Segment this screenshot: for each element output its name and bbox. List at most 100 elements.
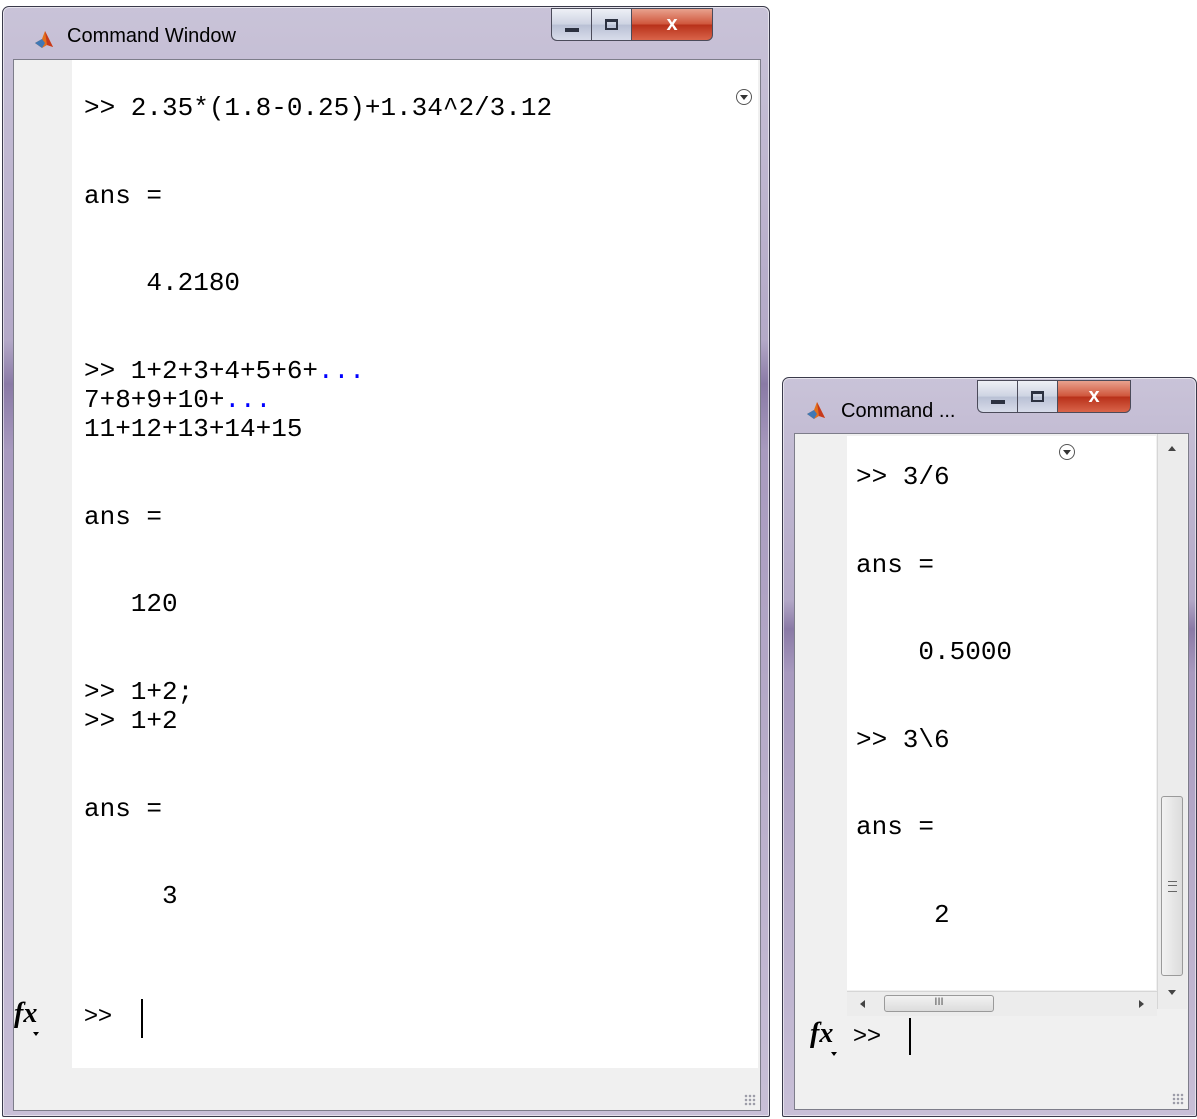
chevron-down-icon xyxy=(1063,449,1071,455)
output-line: >> 1+2; xyxy=(84,676,552,707)
left-gutter xyxy=(14,60,72,1063)
close-icon: x xyxy=(666,13,678,35)
output-line: 11+12+13+14+15 xyxy=(84,415,552,444)
command-window-client: >> 3/6 ans = 0.5000 >> 3\6 ans = 2 fx >> II… xyxy=(794,433,1189,1110)
blank-line xyxy=(856,784,1012,813)
continuation-ellipsis: ... xyxy=(318,355,365,386)
output-line: >> 3/6 xyxy=(856,463,1012,492)
blank-line xyxy=(84,444,552,473)
scroll-left-arrow-icon[interactable] xyxy=(860,1000,865,1008)
output-line: 7+8+9+10+... xyxy=(84,384,552,415)
line-text: ans = xyxy=(856,549,935,580)
output-line: ans = xyxy=(84,793,552,824)
window-title: Command Window xyxy=(67,25,236,47)
scroll-up-arrow-icon[interactable] xyxy=(1168,446,1176,451)
resize-grip-icon[interactable] xyxy=(744,1094,756,1106)
minimize-button[interactable] xyxy=(551,8,591,41)
blank-line xyxy=(856,697,1012,726)
blank-line xyxy=(84,619,552,648)
blank-line xyxy=(84,123,552,152)
line-text: ans = xyxy=(856,812,935,843)
output-line: 2 xyxy=(856,899,1012,930)
blank-line xyxy=(84,561,552,590)
close-button[interactable]: x xyxy=(1057,380,1131,413)
matlab-logo-icon xyxy=(35,31,53,48)
window-title: Command ... xyxy=(841,400,956,422)
blank-line xyxy=(84,298,552,327)
output-line: >> 3\6 xyxy=(856,725,1012,755)
chevron-down-icon xyxy=(740,94,748,100)
blank-line xyxy=(84,824,552,853)
output-line: ans = xyxy=(84,180,552,211)
blank-line xyxy=(84,152,552,181)
line-text: >> 1+2+3+4+5+6+ xyxy=(84,355,319,386)
minimize-icon xyxy=(990,399,1005,404)
blank-line xyxy=(84,853,552,882)
left-gutter xyxy=(795,434,847,991)
text-caret xyxy=(909,1018,911,1055)
command-output-area[interactable]: >> 3/6 ans = 0.5000 >> 3\6 ans = 2 xyxy=(847,436,1156,990)
blank-line xyxy=(84,240,552,269)
blank-line xyxy=(856,667,1012,696)
blank-line xyxy=(856,755,1012,784)
title-bar[interactable]: Command ... x xyxy=(783,378,1196,433)
command-prompt: >> xyxy=(84,1002,113,1029)
line-text: 4.2180 xyxy=(84,268,241,299)
line-text: 0.5000 xyxy=(856,637,1013,668)
minimize-button[interactable] xyxy=(977,380,1017,413)
horizontal-scroll-thumb[interactable]: III xyxy=(884,995,994,1012)
line-text: 2 xyxy=(856,899,950,930)
vertical-scrollbar[interactable] xyxy=(1157,434,1187,1009)
close-icon: x xyxy=(1088,385,1100,407)
continuation-ellipsis: ... xyxy=(224,384,272,415)
blank-line xyxy=(856,492,1012,521)
window-controls: x xyxy=(977,380,1131,415)
command-window-right: Command ... x >> 3/6 ans = 0.5000 >> 3\6 an… xyxy=(782,377,1197,1117)
output-line: >> 2.35*(1.8-0.25)+1.34^2/3.12 xyxy=(84,94,552,123)
blank-line xyxy=(84,649,552,678)
blank-line xyxy=(84,532,552,561)
window-options-button[interactable] xyxy=(1059,444,1075,460)
line-text: >> 1+2; xyxy=(84,676,194,707)
scroll-down-arrow-icon[interactable] xyxy=(1168,990,1176,995)
close-button[interactable]: x xyxy=(631,8,713,41)
line-text: ans = xyxy=(84,180,163,211)
blank-line xyxy=(856,521,1012,550)
line-text: >> 1+2 xyxy=(84,705,178,736)
fx-dropdown-arrow-icon xyxy=(831,1052,837,1056)
maximize-button[interactable] xyxy=(1017,380,1057,413)
vertical-scroll-thumb[interactable] xyxy=(1161,796,1183,976)
maximize-icon xyxy=(1031,391,1044,402)
output-line: 120 xyxy=(84,590,552,619)
window-controls: x xyxy=(551,8,713,43)
resize-grip-icon[interactable] xyxy=(1172,1093,1184,1105)
horizontal-scrollbar[interactable]: III xyxy=(847,991,1157,1016)
line-text: >> 2.35*(1.8-0.25)+1.34^2/3.12 xyxy=(84,93,553,123)
output-line: ans = xyxy=(84,501,552,532)
blank-line xyxy=(856,872,1012,901)
command-prompt: >> xyxy=(853,1022,882,1049)
function-browser-fx-icon[interactable]: fx xyxy=(14,998,37,1030)
maximize-button[interactable] xyxy=(591,8,631,41)
line-text: 11+12+13+14+15 xyxy=(84,414,303,445)
output-lines: >> 2.35*(1.8-0.25)+1.34^2/3.12 ans = 4.21… xyxy=(84,94,552,911)
blank-line xyxy=(84,211,552,240)
title-bar[interactable]: Command Window x xyxy=(3,7,769,59)
blank-line xyxy=(856,580,1012,609)
function-browser-fx-icon[interactable]: fx xyxy=(810,1018,833,1050)
output-line: >> 1+2+3+4+5+6+... xyxy=(84,355,552,386)
window-options-button[interactable] xyxy=(736,89,752,105)
line-text: 120 xyxy=(84,589,178,620)
blank-line xyxy=(84,473,552,502)
command-window-client: >> 2.35*(1.8-0.25)+1.34^2/3.12 ans = 4.21… xyxy=(13,59,761,1111)
blank-line xyxy=(856,842,1012,871)
command-window-left: Command Window x >> 2.35*(1.8-0.25)+1.34… xyxy=(2,6,770,1117)
output-lines: >> 3/6 ans = 0.5000 >> 3\6 ans = 2 xyxy=(856,463,1012,930)
minimize-icon xyxy=(564,27,579,32)
scroll-right-arrow-icon[interactable] xyxy=(1139,1000,1144,1008)
line-text: ans = xyxy=(84,793,163,824)
grip-icon xyxy=(1168,881,1177,892)
line-text: 7+8+9+10+ xyxy=(84,384,225,415)
line-text: ans = xyxy=(84,501,163,532)
command-output-area[interactable]: >> 2.35*(1.8-0.25)+1.34^2/3.12 ans = 4.21… xyxy=(72,60,758,1068)
